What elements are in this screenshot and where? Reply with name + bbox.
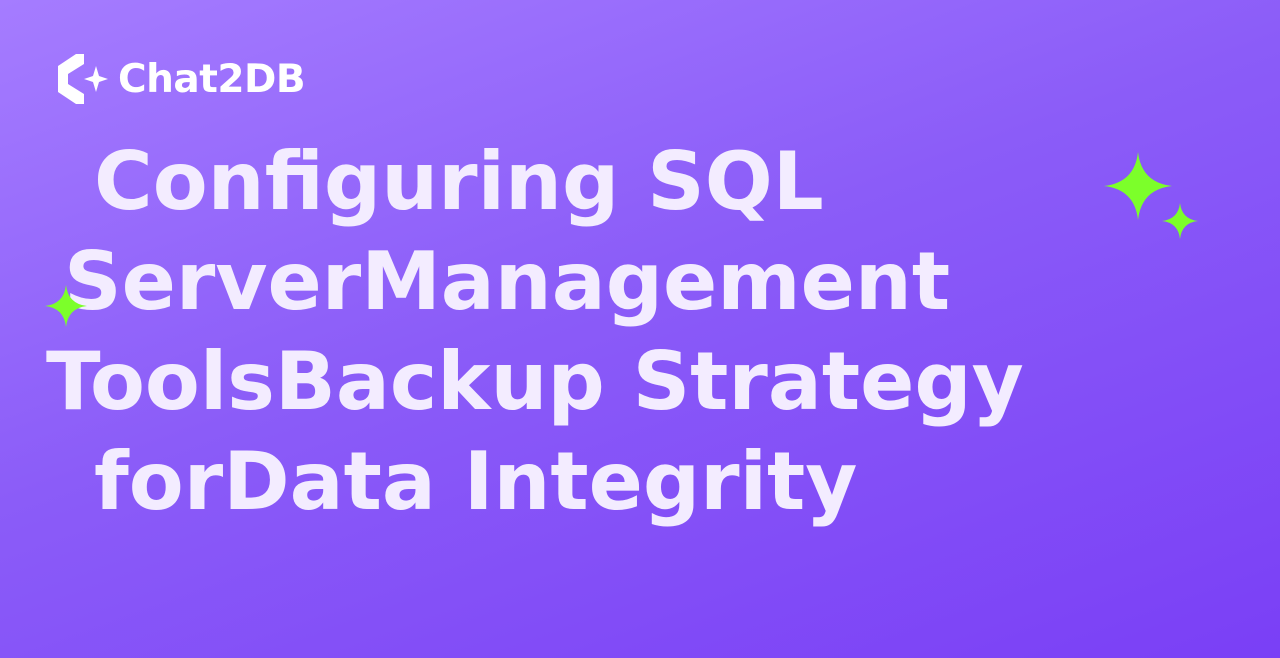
headline: Configuring SQL ServerManagement ToolsBa… bbox=[0, 132, 1120, 532]
sparkle-icon bbox=[1162, 203, 1198, 239]
brand-name: Chat2DB bbox=[118, 56, 306, 102]
headline-line: Configuring SQL bbox=[94, 135, 824, 228]
chat2db-logo-icon bbox=[58, 54, 108, 104]
sparkle-icon bbox=[45, 285, 87, 327]
brand-logo: Chat2DB bbox=[50, 52, 306, 106]
headline-line: ToolsBackup Strategy bbox=[46, 335, 1024, 428]
headline-line: forData Integrity bbox=[94, 435, 858, 528]
headline-line: ServerManagement bbox=[64, 235, 951, 328]
